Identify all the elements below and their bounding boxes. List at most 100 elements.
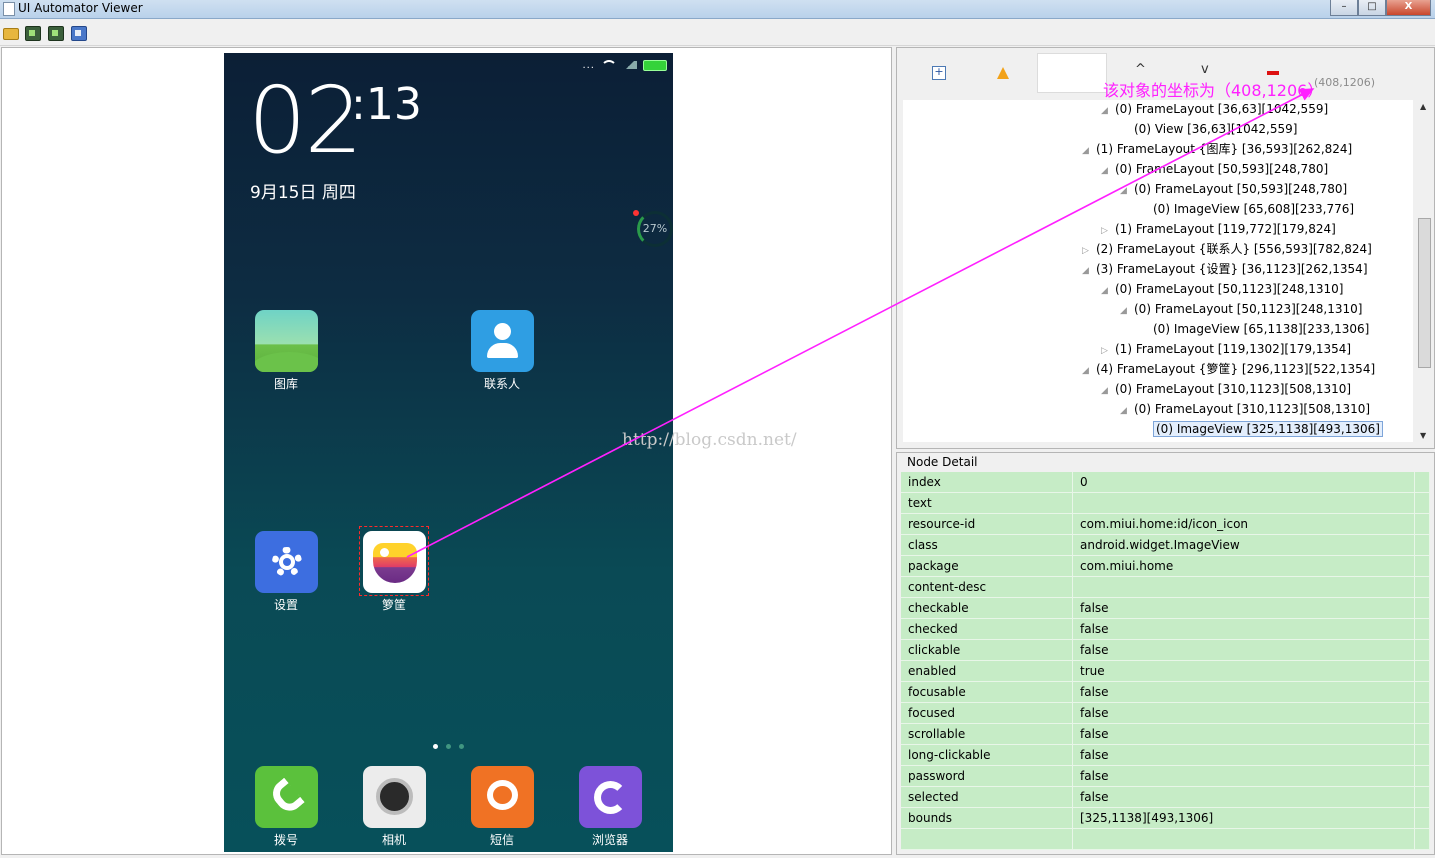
detail-row[interactable]: package com.miui.home (901, 555, 1430, 577)
detail-row[interactable]: bounds [325,1138][493,1306] (901, 807, 1430, 829)
tree-node[interactable]: ▷ (1) FrameLayout [119,772][179,824] (1101, 220, 1336, 238)
tree-expander-icon[interactable]: ◢ (1082, 262, 1096, 280)
detail-value: false (1072, 618, 1415, 640)
tree-expander-icon[interactable]: ◢ (1120, 302, 1134, 320)
detail-spacer (1414, 576, 1430, 598)
dock-camera[interactable]: 相机 (354, 766, 434, 848)
dock-sms[interactable]: 短信 (462, 766, 542, 848)
tree-scrollbar[interactable]: ▲ ▼ (1417, 100, 1432, 442)
app-contacts[interactable]: 联系人 (462, 310, 542, 392)
detail-row[interactable]: class android.widget.ImageView (901, 534, 1430, 556)
app-gallery[interactable]: 图库 (246, 310, 326, 392)
tree-node[interactable]: ◢ (0) FrameLayout [50,1123][248,1310] (1120, 300, 1362, 318)
camera-icon (362, 766, 426, 828)
close-button[interactable]: X (1386, 0, 1431, 16)
detail-row[interactable]: content-desc (901, 576, 1430, 598)
detail-key: clickable (901, 639, 1073, 661)
device-screenshot-compressed-icon[interactable] (48, 26, 64, 41)
detail-row[interactable] (901, 828, 1430, 850)
detail-key: bounds (901, 807, 1073, 829)
tree-expander-icon[interactable]: ◢ (1120, 402, 1134, 420)
detail-row[interactable]: resource-id com.miui.home:id/icon_icon (901, 513, 1430, 535)
warning-icon[interactable] (997, 67, 1009, 79)
app-icon (3, 2, 15, 16)
detail-key: index (901, 472, 1073, 493)
detail-key: long-clickable (901, 744, 1073, 766)
tree-node[interactable]: ◢ (0) FrameLayout [310,1123][508,1310] (1120, 400, 1370, 418)
tree-expander-icon[interactable]: ◢ (1101, 282, 1115, 300)
detail-row[interactable]: scrollable false (901, 723, 1430, 745)
tree-node[interactable]: ◢ (0) FrameLayout [50,593][248,780] (1120, 180, 1347, 198)
scroll-down-arrow[interactable]: ▼ (1420, 431, 1426, 440)
tree-expander-icon[interactable]: ◢ (1101, 162, 1115, 180)
tree-node[interactable]: ◢ (1) FrameLayout {图库} [36,593][262,824] (1082, 140, 1352, 158)
detail-row[interactable]: checkable false (901, 597, 1430, 619)
tree-node[interactable]: ◢ (3) FrameLayout {设置} [36,1123][262,1354… (1082, 260, 1368, 278)
app-label: 箩筐 (381, 598, 406, 612)
tree-node[interactable]: ◢ (4) FrameLayout {箩筐} [296,1123][522,135… (1082, 360, 1375, 378)
app-label: 浏览器 (591, 833, 628, 847)
detail-row[interactable]: index 0 (901, 472, 1430, 493)
device-screen[interactable]: ... 02 :13 9月15日 周四 27% 图库 联系人 设置 箩筐 拨号 … (224, 53, 673, 852)
tree-expander-icon[interactable]: ◢ (1082, 362, 1096, 380)
tree-expander-icon[interactable]: ▷ (1082, 242, 1096, 260)
detail-row[interactable]: checked false (901, 618, 1430, 640)
tree-expander-icon[interactable]: ▷ (1101, 222, 1115, 240)
expand-all-icon[interactable]: + (932, 66, 946, 80)
app-label: 相机 (381, 833, 406, 847)
detail-row[interactable]: text (901, 492, 1430, 514)
tree-node[interactable]: ◢ (0) FrameLayout [50,1123][248,1310] (1101, 280, 1343, 298)
scroll-up-arrow[interactable]: ▲ (1420, 102, 1426, 111)
open-folder-icon[interactable] (3, 28, 19, 40)
tree-node[interactable]: (0) ImageView [65,608][233,776] (1139, 200, 1354, 218)
scroll-thumb[interactable] (1418, 218, 1431, 368)
next-node-icon[interactable]: v (1201, 62, 1213, 77)
tree-node[interactable]: (0) View [36,63][1042,559] (1120, 120, 1297, 138)
tree-node[interactable]: ◢ (0) FrameLayout [36,63][1042,559] (1101, 100, 1328, 118)
dock-phone[interactable]: 拨号 (246, 766, 326, 848)
detail-row[interactable]: password false (901, 765, 1430, 787)
dock-browser[interactable]: 浏览器 (570, 766, 650, 848)
detail-row[interactable]: focusable false (901, 681, 1430, 703)
hierarchy-tree[interactable]: ◢ (0) FrameLayout [36,63][1042,559] (0) Vi… (903, 100, 1413, 442)
detail-value (1072, 828, 1415, 850)
tree-node[interactable]: (0) ImageView [325,1138][493,1306] (1139, 420, 1383, 438)
detail-spacer (1414, 555, 1430, 577)
clock-minute: :13 (351, 79, 422, 130)
tree-node[interactable]: ▷ (2) FrameLayout {联系人} [556,593][782,824… (1082, 240, 1372, 258)
detail-spacer (1414, 744, 1430, 766)
device-screenshot-icon[interactable] (25, 26, 41, 41)
tree-expander-icon[interactable]: ◢ (1120, 182, 1134, 200)
detail-row[interactable]: selected false (901, 786, 1430, 808)
tree-expander-icon[interactable]: ▷ (1101, 342, 1115, 360)
window-title: UI Automator Viewer (18, 1, 143, 15)
collapse-icon[interactable] (1267, 71, 1279, 75)
tree-node[interactable]: ◢ (0) FrameLayout [50,593][248,780] (1101, 160, 1328, 178)
detail-row[interactable]: enabled true (901, 660, 1430, 682)
maximize-button[interactable]: □ (1358, 0, 1386, 16)
prev-node-icon[interactable]: ^ (1135, 62, 1147, 77)
app-settings[interactable]: 设置 (246, 531, 326, 613)
tree-node[interactable]: (0) ImageView [65,1138][233,1306] (1139, 320, 1369, 338)
filter-input[interactable] (1037, 53, 1107, 93)
window-controls: – □ X (1330, 0, 1431, 16)
detail-spacer (1414, 597, 1430, 619)
tree-node[interactable]: ▷ (1) FrameLayout [119,1302][179,1354] (1101, 340, 1351, 358)
detail-spacer (1414, 828, 1430, 850)
tree-expander-icon[interactable]: ◢ (1082, 142, 1096, 160)
tree-expander-icon[interactable]: ◢ (1101, 382, 1115, 400)
tree-node[interactable]: ◢ (0) FrameLayout [310,1123][508,1310] (1101, 380, 1351, 398)
save-icon[interactable] (71, 26, 87, 41)
minimize-button[interactable]: – (1330, 0, 1358, 16)
phone-icon (254, 766, 318, 828)
clock-date: 9月15日 周四 (250, 183, 356, 203)
detail-row[interactable]: focused false (901, 702, 1430, 724)
tree-node-label: (1) FrameLayout [119,772][179,824] (1115, 222, 1336, 236)
detail-spacer (1414, 702, 1430, 724)
detail-value: true (1072, 660, 1415, 682)
tree-node-label: (0) FrameLayout [50,593][248,780] (1115, 162, 1329, 176)
detail-row[interactable]: clickable false (901, 639, 1430, 661)
memory-cleaner-widget[interactable]: 27% (637, 211, 673, 247)
detail-row[interactable]: long-clickable false (901, 744, 1430, 766)
tree-expander-icon[interactable]: ◢ (1101, 102, 1115, 120)
